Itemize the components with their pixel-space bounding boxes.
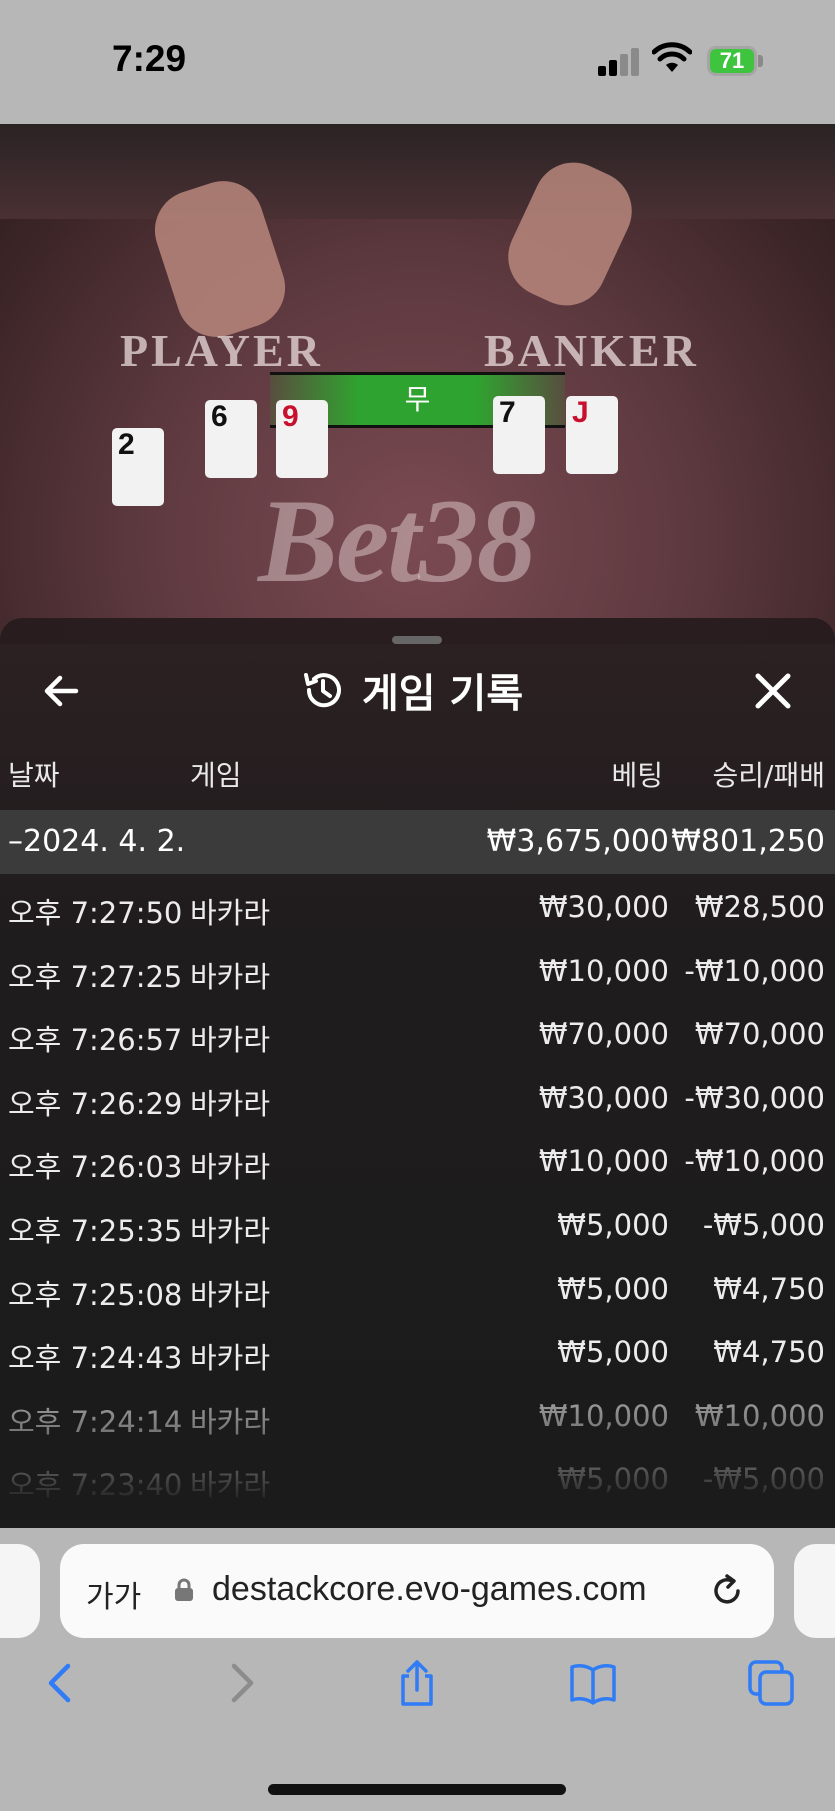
lock-icon [175, 1578, 193, 1601]
banker-card-2: J [566, 396, 618, 474]
row-bet: ₩5,000 [557, 1208, 669, 1242]
row-result: ₩70,000 [694, 1017, 825, 1052]
date-group-date: –2024. 4. 2. [8, 824, 186, 859]
browser-back-icon[interactable] [36, 1658, 86, 1708]
reload-icon[interactable] [708, 1572, 746, 1610]
row-bet: ₩5,000 [557, 1271, 669, 1306]
row-game: 바카라 [190, 1086, 271, 1121]
dealer-area [0, 124, 835, 219]
row-game: 바카라 [190, 896, 271, 930]
live-video-stream: PLAYER BANKER 무 2 6 9 7 J Bet38 [0, 124, 835, 644]
date-group-bet-total: ₩3,675,000 [486, 824, 669, 859]
row-time: 오후 7:25:35 [8, 1214, 183, 1248]
tabs-icon[interactable] [746, 1658, 796, 1708]
row-game: 바카라 [190, 1341, 271, 1376]
browser-chrome: 가가 destackcore.evo-games.com [0, 1528, 835, 1811]
history-row[interactable]: 오후 7:25:08 바카라 ₩5,000 ₩4,750 [0, 1260, 835, 1320]
row-time: 오후 7:25:08 [8, 1277, 183, 1312]
row-result: -₩5,000 [702, 1208, 825, 1242]
row-time: 오후 7:26:29 [8, 1086, 183, 1121]
row-game: 바카라 [190, 1150, 271, 1185]
row-result: ₩28,500 [694, 890, 825, 924]
row-time: 오후 7:26:57 [8, 1023, 183, 1058]
row-bet: ₩30,000 [538, 1080, 669, 1115]
sheet-grab-handle[interactable] [392, 636, 442, 644]
share-icon[interactable] [392, 1658, 442, 1708]
date-group-result-total: ₩801,250 [671, 824, 825, 859]
history-row[interactable]: 오후 7:26:03 바카라 ₩10,000 -₩10,000 [0, 1132, 835, 1192]
player-card-2: 6 [205, 400, 257, 478]
column-bet: 베팅 [611, 759, 663, 792]
battery-indicator: 71 [707, 46, 757, 76]
row-bet: ₩10,000 [538, 1144, 669, 1179]
home-indicator [268, 1784, 566, 1795]
next-tab-preview[interactable] [794, 1544, 835, 1638]
row-result: -₩10,000 [684, 1144, 825, 1179]
banker-card-1: 7 [493, 396, 545, 474]
row-time: 오후 7:27:25 [8, 959, 183, 994]
column-win-loss: 승리/패배 [712, 759, 825, 792]
url-text[interactable]: destackcore.evo-games.com [212, 1570, 647, 1609]
row-result: ₩4,750 [713, 1271, 825, 1306]
table-header: 날짜 게임 베팅 승리/패배 [0, 746, 835, 800]
panel-header: 게임 기록 [300, 660, 523, 720]
cellular-signal-icon [598, 48, 640, 76]
history-row[interactable]: 오후 7:27:50 바카라 ₩30,000 ₩28,500 [0, 878, 835, 938]
previous-tab-preview[interactable] [0, 1544, 40, 1638]
row-bet: ₩30,000 [538, 890, 669, 924]
date-group-row[interactable]: –2024. 4. 2. ₩3,675,000 ₩801,250 [0, 810, 835, 874]
brand-watermark: Bet38 [258, 474, 537, 607]
player-card-1: 2 [112, 428, 164, 506]
panel-title: 게임 기록 [362, 671, 524, 717]
text-size-button[interactable]: 가가 [86, 1572, 141, 1616]
address-bar[interactable]: 가가 destackcore.evo-games.com [60, 1544, 774, 1638]
row-time: 오후 7:26:03 [8, 1150, 183, 1185]
row-game: 바카라 [190, 1277, 271, 1312]
row-time: 오후 7:27:50 [8, 896, 183, 930]
history-row[interactable]: 오후 7:27:25 바카라 ₩10,000 -₩10,000 [0, 942, 835, 1002]
history-row[interactable]: 오후 7:24:43 바카라 ₩5,000 ₩4,750 [0, 1323, 835, 1383]
status-time: 7:29 [112, 38, 187, 79]
history-icon [304, 673, 341, 708]
row-result: -₩10,000 [684, 953, 825, 988]
game-history-panel: 게임 기록 날짜 게임 베팅 승리/패배 –2024. 4. 2. ₩3,675… [0, 618, 835, 1528]
status-bar: 7:29 71 [0, 0, 835, 124]
banker-label: BANKER [484, 325, 699, 376]
bookmarks-icon[interactable] [568, 1658, 618, 1708]
row-time: 오후 7:24:43 [8, 1341, 183, 1376]
list-fade [0, 1378, 835, 1528]
row-game: 바카라 [190, 959, 271, 994]
column-game: 게임 [190, 759, 242, 792]
row-result: ₩4,750 [713, 1335, 825, 1370]
history-row[interactable]: 오후 7:26:29 바카라 ₩30,000 -₩30,000 [0, 1069, 835, 1129]
player-label: PLAYER [120, 325, 323, 376]
row-game: 바카라 [190, 1214, 271, 1248]
row-result: -₩30,000 [684, 1080, 825, 1115]
row-bet: ₩70,000 [538, 1017, 669, 1052]
close-icon[interactable] [748, 666, 798, 716]
browser-forward-icon[interactable] [216, 1658, 266, 1708]
row-bet: ₩5,000 [557, 1335, 669, 1370]
history-row[interactable]: 오후 7:25:35 바카라 ₩5,000 -₩5,000 [0, 1196, 835, 1256]
row-game: 바카라 [190, 1023, 271, 1058]
row-bet: ₩10,000 [538, 953, 669, 988]
battery-tip [758, 55, 763, 67]
wifi-icon [652, 42, 692, 72]
history-row[interactable]: 오후 7:26:57 바카라 ₩70,000 ₩70,000 [0, 1005, 835, 1065]
player-card-3: 9 [276, 400, 328, 478]
back-arrow-icon[interactable] [36, 666, 86, 716]
column-date: 날짜 [8, 759, 60, 792]
